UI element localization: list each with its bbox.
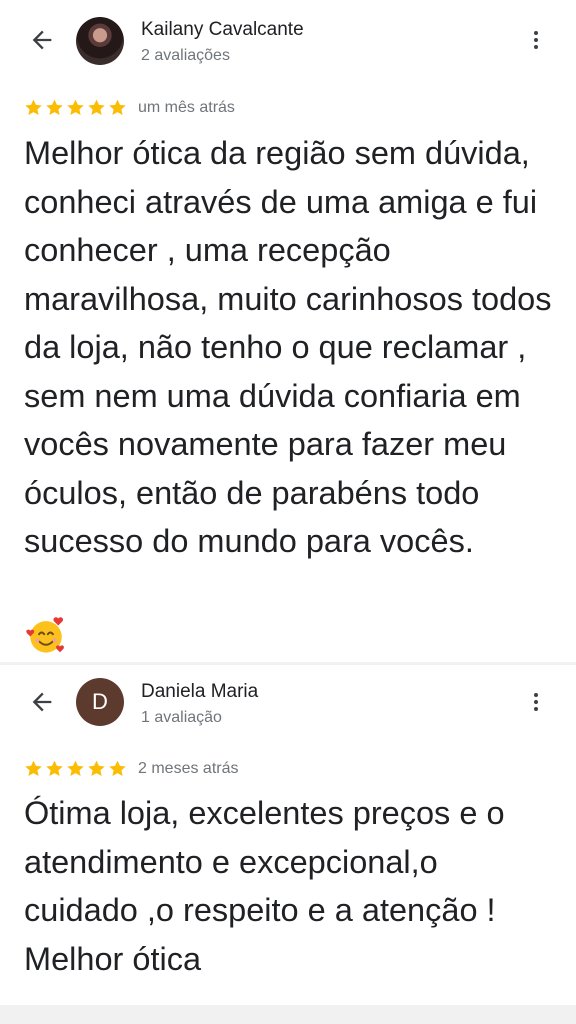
star-icon bbox=[67, 760, 84, 777]
reviewer-name[interactable]: Daniela Maria bbox=[141, 681, 258, 703]
reviewer-review-count: 1 avaliação bbox=[141, 709, 222, 726]
review-text: Melhor ótica da região sem dúvida, conhe… bbox=[24, 135, 552, 559]
back-arrow-icon bbox=[32, 30, 52, 50]
star-icon bbox=[67, 99, 84, 116]
more-options-button[interactable] bbox=[516, 682, 556, 722]
review-text: Ótima loja, excelentes preços e o atendi… bbox=[24, 795, 505, 977]
avatar[interactable]: D bbox=[76, 678, 124, 726]
review-card: D Daniela Maria 1 avaliação 2 meses atrá… bbox=[0, 665, 576, 1005]
star-icon bbox=[109, 99, 126, 116]
star-icon bbox=[88, 760, 105, 777]
review-card: Kailany Cavalcante 2 avaliações um mês a… bbox=[0, 0, 576, 662]
more-options-button[interactable] bbox=[516, 20, 556, 60]
back-button[interactable] bbox=[22, 682, 62, 722]
back-arrow-icon bbox=[32, 692, 52, 712]
star-icon bbox=[25, 760, 42, 777]
star-icon bbox=[25, 99, 42, 116]
review-header: Kailany Cavalcante 2 avaliações bbox=[0, 12, 576, 72]
star-rating bbox=[23, 759, 128, 779]
star-icon bbox=[46, 760, 63, 777]
reviewer-name[interactable]: Kailany Cavalcante bbox=[141, 19, 304, 41]
star-icon bbox=[46, 99, 63, 116]
avatar[interactable] bbox=[76, 17, 124, 65]
star-rating bbox=[23, 98, 128, 118]
more-vert-icon bbox=[534, 693, 538, 711]
review-date: um mês atrás bbox=[138, 99, 235, 116]
more-vert-icon bbox=[534, 31, 538, 49]
star-icon bbox=[88, 99, 105, 116]
star-icon bbox=[109, 760, 126, 777]
smiling-face-with-hearts-emoji bbox=[26, 617, 64, 653]
reviewer-review-count: 2 avaliações bbox=[141, 47, 230, 64]
review-date: 2 meses atrás bbox=[138, 760, 239, 777]
back-button[interactable] bbox=[22, 20, 62, 60]
review-header: D Daniela Maria 1 avaliação bbox=[0, 669, 576, 729]
